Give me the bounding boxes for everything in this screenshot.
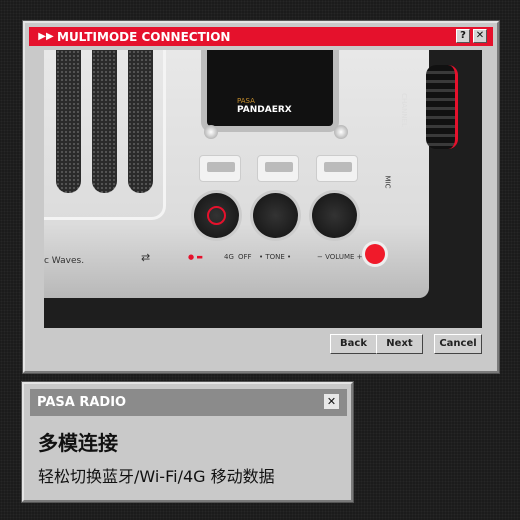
- multimode-connection-dialog: ▶▶ MULTIMODE CONNECTION ? ✕ PASA PANDAER…: [23, 21, 499, 373]
- vent-slot: [257, 155, 299, 182]
- channel-label: CHANNEL: [399, 93, 408, 127]
- vent-slot: [199, 155, 241, 182]
- bluetooth-indicator: ● ▬: [188, 253, 203, 261]
- info-title-bar: PASA RADIO ✕: [30, 389, 347, 416]
- next-button[interactable]: Next: [376, 334, 423, 354]
- tagline-text: c Waves.: [44, 256, 85, 266]
- speaker-grill: [128, 50, 153, 193]
- info-title: PASA RADIO: [37, 395, 127, 410]
- mode-off-label: OFF: [238, 253, 252, 261]
- title-bar: ▶▶ MULTIMODE CONNECTION ? ✕: [29, 27, 493, 46]
- mode-4g-label: 4G: [224, 253, 234, 261]
- info-heading: 多模连接: [38, 431, 118, 455]
- info-close-button[interactable]: ✕: [324, 394, 339, 409]
- pasa-radio-dialog: PASA RADIO ✕ 多模连接 轻松切换蓝牙/Wi-Fi/4G 移动数据: [22, 382, 353, 502]
- model-label: PANDAERX: [237, 105, 292, 115]
- mode-knob[interactable]: [194, 193, 239, 238]
- cancel-button[interactable]: Cancel: [434, 334, 482, 354]
- info-subtitle: 轻松切换蓝牙/Wi-Fi/4G 移动数据: [38, 467, 275, 486]
- switch-icon: ⇄: [141, 251, 151, 264]
- tone-label: • TONE •: [259, 253, 292, 261]
- volume-knob[interactable]: [312, 193, 357, 238]
- radio-screen: PASA PANDAERX: [201, 50, 339, 132]
- mic-button[interactable]: [365, 244, 385, 264]
- product-image: PASA PANDAERX c Waves. ⇄ ● ▬ 4G OFF • TO…: [44, 50, 482, 328]
- radio-body: PASA PANDAERX c Waves. ⇄ ● ▬ 4G OFF • TO…: [44, 50, 429, 298]
- speaker-grill: [56, 50, 81, 193]
- close-button[interactable]: ✕: [473, 29, 487, 43]
- mic-label: MIC: [383, 175, 392, 189]
- tone-knob[interactable]: [253, 193, 298, 238]
- screw: [334, 125, 348, 139]
- brand-label: PASA: [237, 97, 255, 105]
- speaker-grill: [92, 50, 117, 193]
- volume-label: − VOLUME +: [317, 253, 363, 261]
- fast-forward-icon: ▶▶: [38, 31, 54, 42]
- channel-knob[interactable]: [426, 65, 458, 149]
- screw: [204, 125, 218, 139]
- vent-slot: [316, 155, 358, 182]
- back-button[interactable]: Back: [330, 334, 377, 354]
- dialog-title: MULTIMODE CONNECTION: [57, 29, 231, 44]
- help-button[interactable]: ?: [456, 29, 470, 43]
